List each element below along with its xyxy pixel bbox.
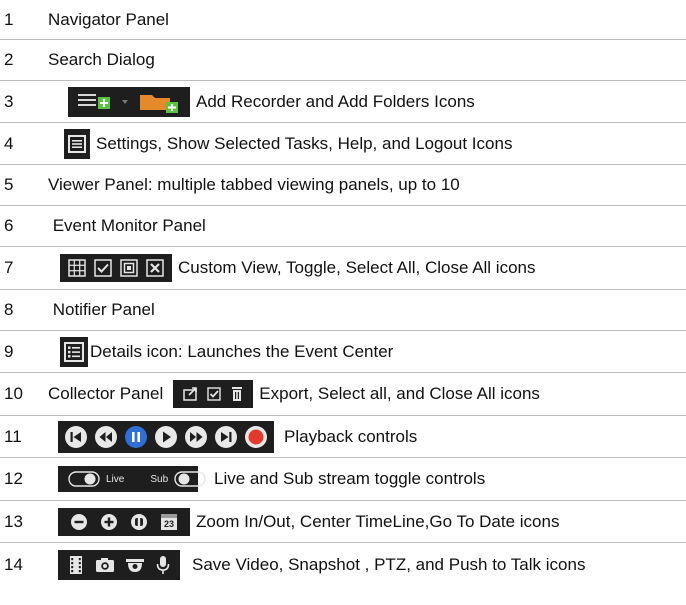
row-description-2: Export, Select all, and Close All icons xyxy=(259,384,540,403)
legend-row-2: 2 Search Dialog xyxy=(0,40,686,81)
sub-toggle-switch-icon xyxy=(174,470,206,488)
push-to-talk-microphone-icon xyxy=(150,552,176,578)
close-all-icon xyxy=(142,257,168,279)
ptz-camera-icon xyxy=(120,552,150,578)
legend-row-8: 8 Notifier Panel xyxy=(0,290,686,331)
legend-row-11: 11 Playback controls xyxy=(0,416,686,458)
row-number: 12 xyxy=(4,469,23,488)
legend-row-3: 3 Add Recorder and Add Folders Icons xyxy=(0,81,686,123)
row-description: Live and Sub stream toggle controls xyxy=(214,469,486,488)
settings-list-icon xyxy=(64,128,90,159)
skip-to-end-icon xyxy=(211,423,241,451)
row-number: 3 xyxy=(4,91,14,111)
row-number: 10 xyxy=(4,384,23,403)
live-toggle-switch-icon xyxy=(68,470,100,488)
details-icon xyxy=(60,336,88,367)
go-to-date-calendar-icon: 23 xyxy=(154,510,184,534)
legend-row-9: 9 Details icon: Launches the Event Cente… xyxy=(0,331,686,373)
calendar-day: 23 xyxy=(163,518,174,529)
row-number: 6 xyxy=(4,216,14,235)
chevron-down-icon xyxy=(120,89,130,115)
row-number: 8 xyxy=(4,300,14,319)
pause-icon xyxy=(121,423,151,451)
row-description: Details icon: Launches the Event Center xyxy=(90,341,394,361)
zoom-out-icon xyxy=(64,510,94,534)
row-number: 1 xyxy=(4,9,14,29)
custom-view-grid-icon xyxy=(64,257,90,279)
legend-row-1: 1 Navigator Panel xyxy=(0,0,686,40)
sub-toggle-label: Sub xyxy=(150,473,169,485)
row-description: Save Video, Snapshot , PTZ, and Push to … xyxy=(192,554,586,574)
row-description: Playback controls xyxy=(284,426,418,446)
row-description: Notifier Panel xyxy=(48,300,155,319)
legend-row-6: 6 Event Monitor Panel xyxy=(0,206,686,247)
row-number: 7 xyxy=(4,258,14,277)
row-description: Search Dialog xyxy=(48,50,155,69)
legend-row-4: 4 Settings, Show Selected Tasks, Help, a… xyxy=(0,123,686,165)
row-description: Custom View, Toggle, Select All, Close A… xyxy=(178,258,536,277)
row-number: 14 xyxy=(4,554,23,574)
legend-row-5: 5 Viewer Panel: multiple tabbed viewing … xyxy=(0,165,686,206)
add-recorder-icon xyxy=(74,89,114,115)
row-description: Settings, Show Selected Tasks, Help, and… xyxy=(96,133,513,153)
save-video-icon xyxy=(62,552,90,578)
select-all-check-icon xyxy=(203,383,227,405)
legend-row-10: 10 Collector Panel Export, Select all, a… xyxy=(0,373,686,416)
row-description: Add Recorder and Add Folders Icons xyxy=(196,91,475,111)
row-description: Event Monitor Panel xyxy=(48,216,206,235)
snapshot-camera-icon xyxy=(90,552,120,578)
row-number: 11 xyxy=(4,426,22,446)
select-all-icon xyxy=(116,257,142,279)
rewind-icon xyxy=(91,423,121,451)
row-number: 4 xyxy=(4,133,14,153)
fast-forward-icon xyxy=(181,423,211,451)
row-description: Zoom In/Out, Center TimeLine,Go To Date … xyxy=(196,511,560,531)
row-description: Viewer Panel: multiple tabbed viewing pa… xyxy=(48,175,460,194)
live-toggle-label: Live xyxy=(106,473,125,485)
row-number: 9 xyxy=(4,341,14,361)
zoom-in-icon xyxy=(94,510,124,534)
legend-row-12: 12 Live Sub Live and Sub stream toggle c… xyxy=(0,458,686,501)
toggle-check-icon xyxy=(90,257,116,279)
row-number: 13 xyxy=(4,511,23,531)
add-folder-icon xyxy=(136,89,184,115)
legend-row-13: 13 23 Zoom In/Out, Center TimeLine,Go To… xyxy=(0,501,686,543)
legend-row-7: 7 Custom View, Toggle, Select All, Close… xyxy=(0,247,686,290)
play-icon xyxy=(151,423,181,451)
record-icon xyxy=(241,423,271,451)
export-icon xyxy=(179,383,203,405)
legend-row-14: 14 Save Video, Snapshot , PTZ, and Push … xyxy=(0,543,686,586)
trash-icon xyxy=(227,383,247,405)
center-timeline-icon xyxy=(124,510,154,534)
row-number: 5 xyxy=(4,175,14,194)
row-number: 2 xyxy=(4,50,14,69)
row-description: Collector Panel xyxy=(48,384,164,403)
row-description: Navigator Panel xyxy=(48,9,169,29)
skip-to-start-icon xyxy=(61,423,91,451)
legend-table: 1 Navigator Panel 2 Search Dialog 3 Add … xyxy=(0,0,686,586)
